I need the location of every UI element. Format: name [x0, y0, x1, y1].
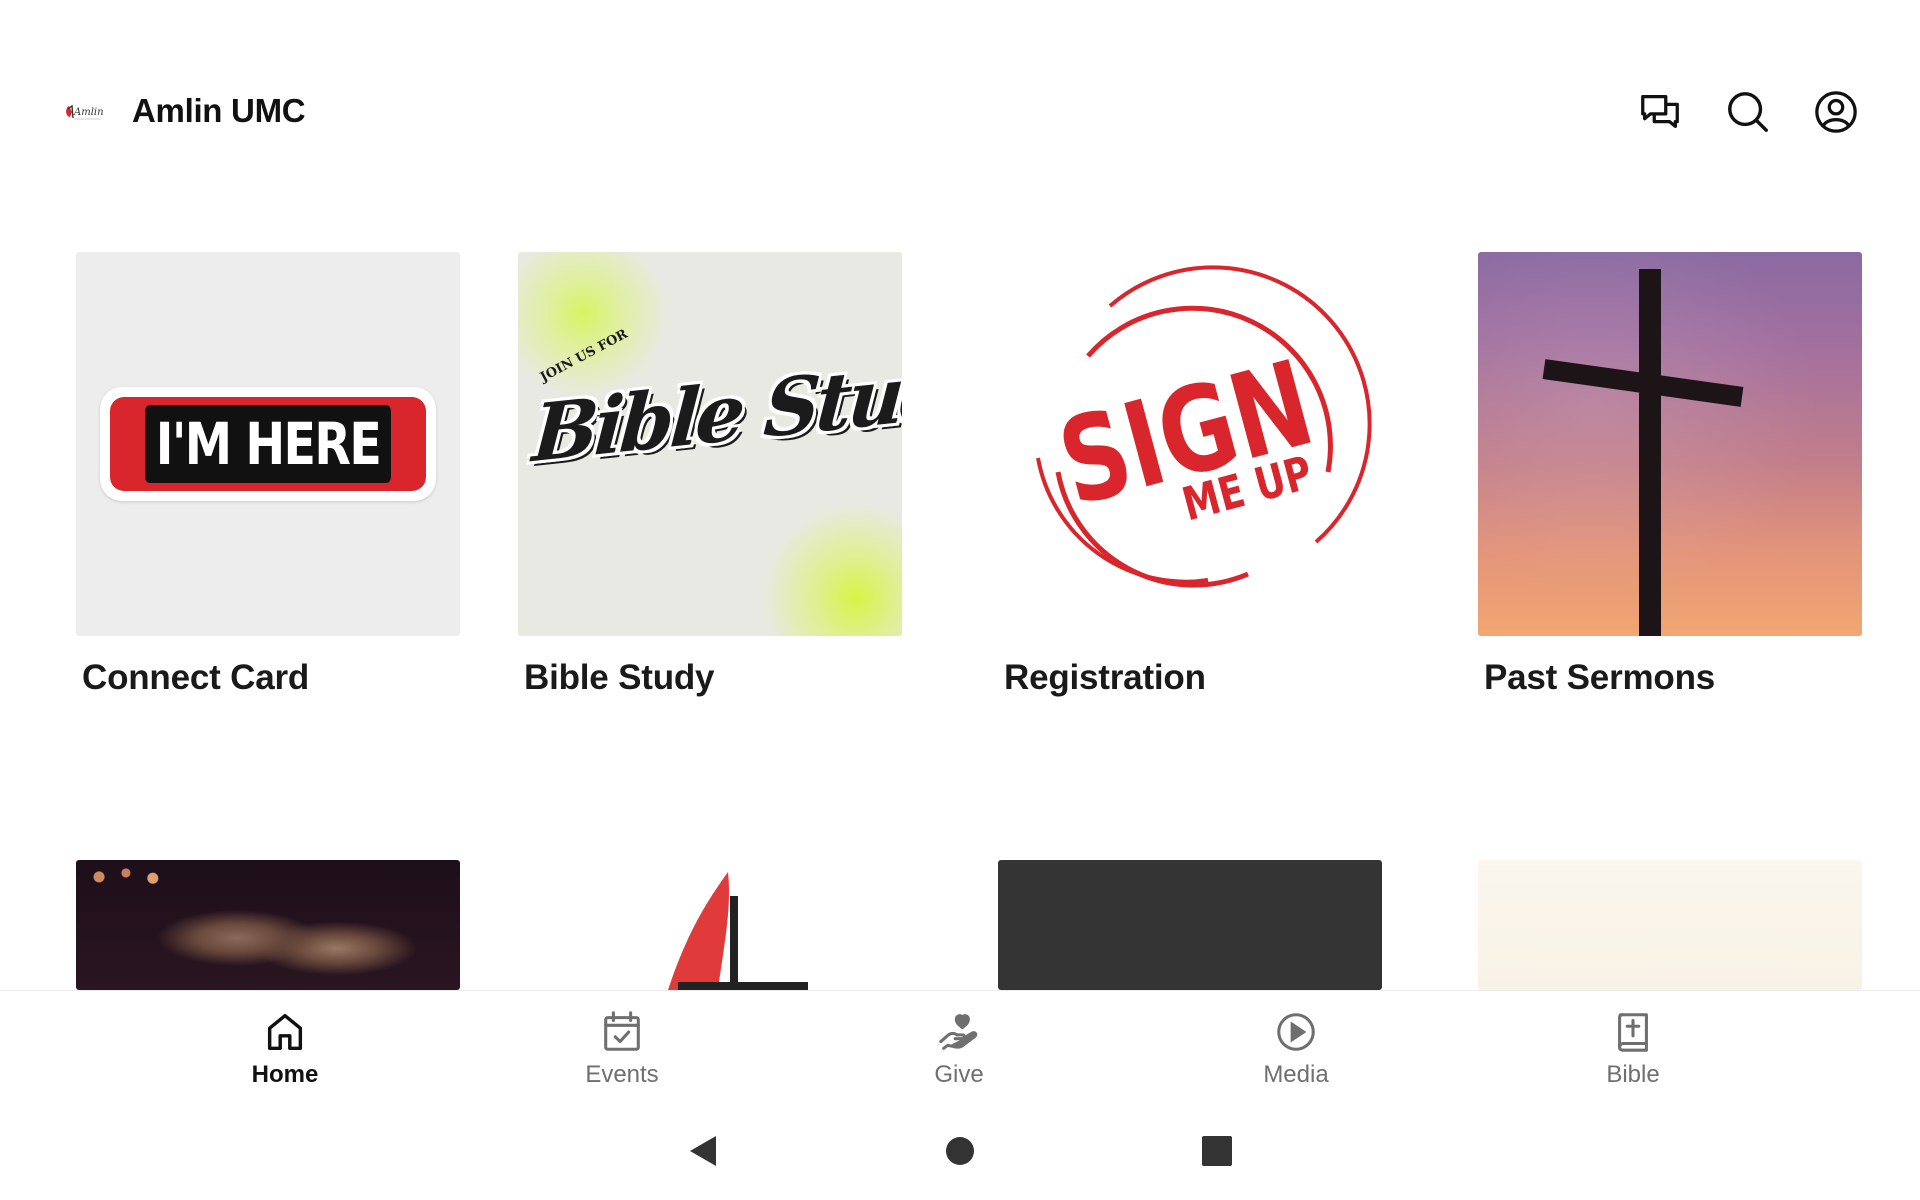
- app-bar: Amlin Amlin UMC: [0, 0, 1920, 225]
- home-circle-icon[interactable]: [943, 1134, 977, 1168]
- past-sermons-image[interactable]: [1478, 252, 1862, 636]
- cross-icon: [1639, 269, 1661, 636]
- methodist-cross-flame-image[interactable]: [518, 860, 902, 990]
- bible-study-image[interactable]: JOIN US FOR Bible Study: [518, 252, 902, 636]
- tile-past-sermons[interactable]: Past Sermons: [1478, 252, 1862, 698]
- nav-label: Events: [585, 1061, 659, 1088]
- registration-image[interactable]: SIGN ME UP: [998, 252, 1382, 636]
- back-icon[interactable]: [686, 1134, 720, 1168]
- tile-label: Bible Study: [524, 658, 715, 697]
- church-logo[interactable]: Amlin: [63, 100, 105, 124]
- tile-dark[interactable]: [998, 860, 1382, 990]
- calendar-check-icon: [599, 1009, 645, 1055]
- search-icon[interactable]: [1724, 88, 1772, 136]
- bible-book-icon: [1610, 1009, 1656, 1055]
- tile-cream[interactable]: [1478, 860, 1862, 990]
- im-here-text: I'M HERE: [145, 405, 391, 483]
- nav-media[interactable]: Media: [1196, 991, 1396, 1101]
- nav-label: Home: [251, 1061, 319, 1088]
- prayer-image[interactable]: [76, 860, 460, 990]
- app-title: Amlin UMC: [132, 92, 306, 129]
- play-circle-icon: [1273, 1009, 1319, 1055]
- chat-icon[interactable]: [1636, 88, 1684, 136]
- tile-prayer[interactable]: [76, 860, 460, 990]
- nav-label: Media: [1263, 1061, 1329, 1088]
- join-us-text: JOIN US FOR: [538, 326, 631, 386]
- home-icon: [262, 1009, 308, 1055]
- connect-card-image[interactable]: I'M HERE: [76, 252, 460, 636]
- nav-label: Bible: [1606, 1061, 1660, 1088]
- system-navigation-bar: [0, 1100, 1920, 1200]
- tile-bible-study[interactable]: JOIN US FOR Bible Study Bible Study: [518, 252, 902, 698]
- tile-label: Past Sermons: [1484, 658, 1716, 697]
- nav-home[interactable]: Home: [185, 991, 385, 1101]
- account-icon[interactable]: [1812, 88, 1860, 136]
- tile-methodist[interactable]: [518, 860, 902, 990]
- recents-icon[interactable]: [1200, 1134, 1234, 1168]
- bottom-navigation: Home Events Give Media Bible: [0, 990, 1920, 1100]
- nav-give[interactable]: Give: [859, 991, 1059, 1101]
- nav-label: Give: [934, 1061, 984, 1088]
- logo-text: Amlin: [73, 107, 104, 118]
- bible-study-script: Bible Study: [529, 339, 902, 481]
- give-hand-heart-icon: [936, 1009, 982, 1055]
- dark-image[interactable]: [998, 860, 1382, 990]
- nav-bible[interactable]: Bible: [1533, 991, 1733, 1101]
- tile-connect-card[interactable]: I'M HERE Connect Card: [76, 252, 460, 698]
- tile-label: Registration: [1004, 658, 1206, 697]
- tile-label: Connect Card: [82, 658, 310, 697]
- nav-events[interactable]: Events: [522, 991, 722, 1101]
- tile-registration[interactable]: SIGN ME UP Registration: [998, 252, 1382, 698]
- sky-image[interactable]: [1478, 860, 1862, 990]
